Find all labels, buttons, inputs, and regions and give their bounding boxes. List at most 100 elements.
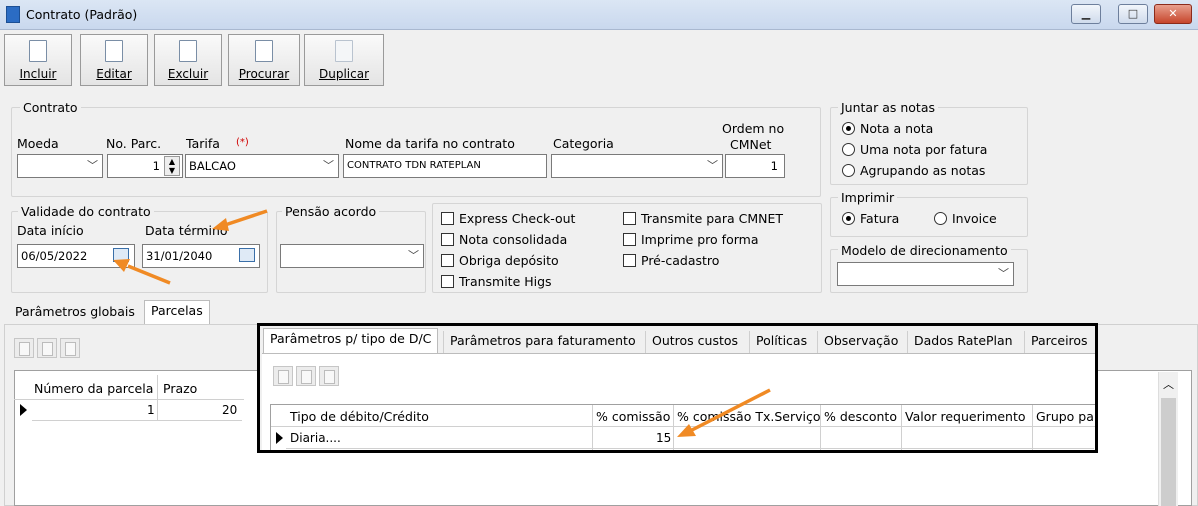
edit-document-icon: [105, 40, 123, 62]
calendar-icon[interactable]: [113, 248, 129, 262]
radio-invoice-label: Invoice: [952, 211, 997, 226]
obriga-deposito-label: Obriga depósito: [459, 253, 559, 268]
express-checkout-label: Express Check-out: [459, 211, 576, 226]
tab-parametros-globais[interactable]: Parâmetros globais: [9, 302, 141, 324]
dc-header-grupo: Grupo pa: [1036, 409, 1094, 424]
delete-row-icon[interactable]: [319, 366, 339, 386]
checkbox-obriga-deposito[interactable]: [441, 254, 454, 267]
grid-header-numero-parcela: Número da parcela: [34, 381, 154, 396]
checkbox-nota-consolidada[interactable]: [441, 233, 454, 246]
nome-tarifa-label: Nome da tarifa no contrato: [345, 136, 515, 151]
editar-button[interactable]: Editar: [80, 34, 148, 86]
table-row[interactable]: Diaria.... 15: [286, 428, 1094, 449]
chevron-down-icon: ﹀: [323, 159, 334, 172]
radio-uma-nota-label: Uma nota por fatura: [860, 142, 988, 157]
modelo-select[interactable]: ﹀: [837, 262, 1014, 286]
row-pointer-icon: [20, 404, 27, 416]
radio-invoice[interactable]: [934, 212, 947, 225]
radio-agrupando-label: Agrupando as notas: [860, 163, 986, 178]
imprimir-group-label: Imprimir: [838, 190, 898, 205]
scroll-up-icon[interactable]: ︿: [1163, 376, 1174, 392]
grid-header-divider: [14, 399, 244, 400]
tab-observacao[interactable]: Observação: [817, 331, 904, 353]
new-row-icon[interactable]: [14, 338, 34, 358]
incluir-button[interactable]: Incluir: [4, 34, 72, 86]
app-icon: [6, 6, 20, 23]
procurar-button[interactable]: Procurar: [228, 34, 300, 86]
tab-parametros-faturamento[interactable]: Parâmetros para faturamento: [443, 331, 642, 353]
close-button[interactable]: ✕: [1154, 4, 1192, 24]
parc-label: No. Parc.: [106, 136, 162, 151]
tarifa-select[interactable]: BALCAO ﹀: [185, 154, 339, 178]
modelo-label: Modelo de direcionamento: [838, 243, 1011, 258]
tab-outros-custos[interactable]: Outros custos: [645, 331, 744, 353]
nome-tarifa-input[interactable]: CONTRATO TDN RATEPLAN: [343, 154, 547, 178]
duplicate-document-icon: [335, 40, 353, 62]
spinner-arrows-icon[interactable]: ▲ ▼: [164, 156, 180, 176]
pre-cadastro-label: Pré-cadastro: [641, 253, 720, 268]
new-row-icon[interactable]: [273, 366, 293, 386]
tab-dados-rateplan[interactable]: Dados RatePlan: [907, 331, 1019, 353]
checkbox-transmite-cmnet[interactable]: [623, 212, 636, 225]
checkbox-transmite-higs[interactable]: [441, 275, 454, 288]
row-pointer-icon: [276, 432, 283, 444]
dc-tipo-cell: Diaria....: [290, 431, 341, 445]
juntar-group-label: Juntar as notas: [838, 100, 938, 115]
dc-comissao-cell: 15: [656, 431, 672, 445]
dc-header-desconto: % desconto: [824, 409, 897, 424]
incluir-label: Incluir: [19, 67, 57, 81]
tab-parametros-tipo-dc[interactable]: Parâmetros p/ tipo de D/C: [263, 328, 439, 353]
new-document-icon: [29, 40, 47, 62]
dc-header-tipo: Tipo de débito/Crédito: [290, 409, 429, 424]
tab-parcelas[interactable]: Parcelas: [144, 300, 210, 325]
categoria-label: Categoria: [553, 136, 614, 151]
transmite-higs-label: Transmite Higs: [459, 274, 552, 289]
contrato-group-label: Contrato: [20, 100, 81, 115]
radio-uma-nota-por-fatura[interactable]: [842, 143, 855, 156]
moeda-select[interactable]: ﹀: [17, 154, 103, 178]
ordem-label-2: CMNet: [730, 137, 772, 152]
title-bar: Contrato (Padrão) ▁ □ ✕: [0, 0, 1198, 30]
chevron-down-icon: ﹀: [707, 159, 718, 172]
delete-row-icon[interactable]: [60, 338, 80, 358]
tarifa-label: Tarifa: [186, 136, 220, 151]
delete-document-icon: [179, 40, 197, 62]
tab-parceiros[interactable]: Parceiros: [1024, 331, 1094, 353]
radio-fatura-label: Fatura: [860, 211, 900, 226]
edit-row-icon[interactable]: [37, 338, 57, 358]
search-document-icon: [255, 40, 273, 62]
scrollbar-thumb[interactable]: [1161, 398, 1176, 506]
validade-group-label: Validade do contrato: [18, 204, 154, 219]
chevron-down-icon: ﹀: [998, 267, 1009, 280]
ordem-input[interactable]: 1: [725, 154, 785, 178]
ordem-label-1: Ordem no: [722, 121, 785, 136]
minimize-button[interactable]: ▁: [1071, 4, 1101, 24]
chevron-down-icon: ﹀: [408, 249, 419, 262]
imprime-pro-forma-label: Imprime pro forma: [641, 232, 759, 247]
editar-label: Editar: [96, 67, 132, 81]
checkbox-pre-cadastro[interactable]: [623, 254, 636, 267]
table-row[interactable]: 1 20: [32, 401, 242, 421]
tarifa-required-mark: (*): [236, 137, 249, 148]
radio-fatura[interactable]: [842, 212, 855, 225]
parcela-numero-cell: 1: [147, 403, 155, 417]
radio-agrupando-as-notas[interactable]: [842, 164, 855, 177]
categoria-select[interactable]: ﹀: [551, 154, 723, 178]
checkbox-express-checkout[interactable]: [441, 212, 454, 225]
nota-consolidada-label: Nota consolidada: [459, 232, 568, 247]
duplicar-button[interactable]: Duplicar: [304, 34, 384, 86]
tab-politicas[interactable]: Políticas: [749, 331, 813, 353]
calendar-icon[interactable]: [239, 248, 255, 262]
vertical-scrollbar[interactable]: ︿: [1158, 372, 1178, 506]
data-inicio-label: Data início: [17, 223, 84, 238]
maximize-button[interactable]: □: [1118, 4, 1148, 24]
dc-header-comissao: % comissão: [596, 409, 671, 424]
edit-row-icon[interactable]: [296, 366, 316, 386]
excluir-button[interactable]: Excluir: [154, 34, 222, 86]
parcela-prazo-cell: 20: [222, 403, 238, 417]
checkbox-imprime-pro-forma[interactable]: [623, 233, 636, 246]
data-termino-label: Data término: [145, 223, 228, 238]
dc-header-valor-requerimento: Valor requerimento: [905, 409, 1026, 424]
pensao-select[interactable]: ﹀: [280, 244, 424, 268]
radio-nota-a-nota[interactable]: [842, 122, 855, 135]
